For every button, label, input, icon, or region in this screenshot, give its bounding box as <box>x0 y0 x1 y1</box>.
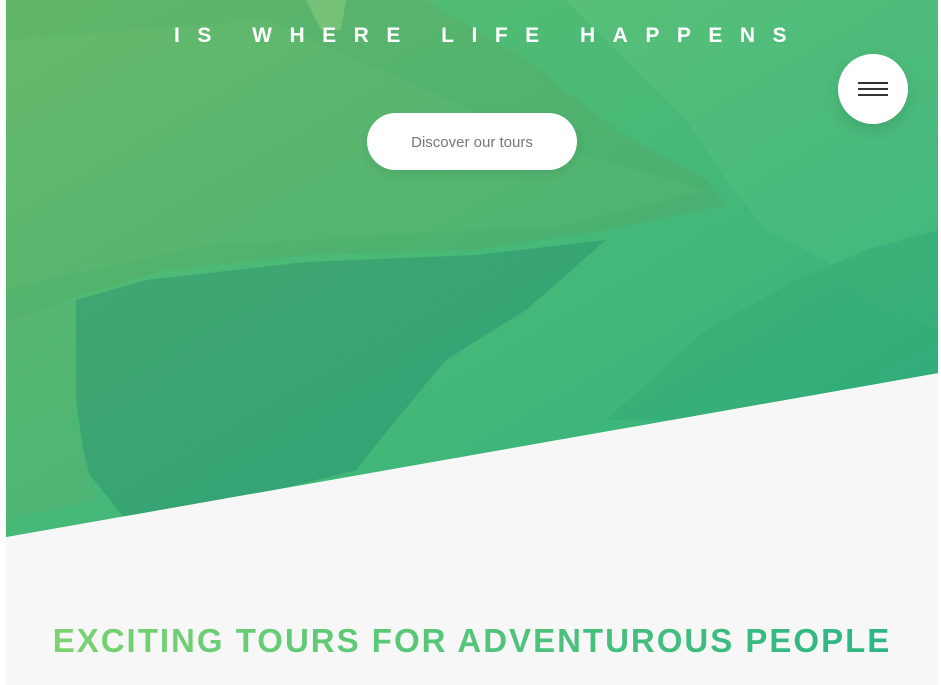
navigation-menu-button[interactable] <box>838 54 908 124</box>
hero-gradient-overlay <box>6 0 938 537</box>
hero-header: is where life happens Discover our tours <box>6 0 938 537</box>
page: is where life happens Discover our tours… <box>6 0 938 685</box>
section-heading: Exciting tours for adventurous people <box>6 622 938 660</box>
hero-tagline: is where life happens <box>173 24 805 47</box>
hamburger-menu-icon <box>858 82 888 96</box>
discover-tours-button[interactable]: Discover our tours <box>367 113 577 170</box>
